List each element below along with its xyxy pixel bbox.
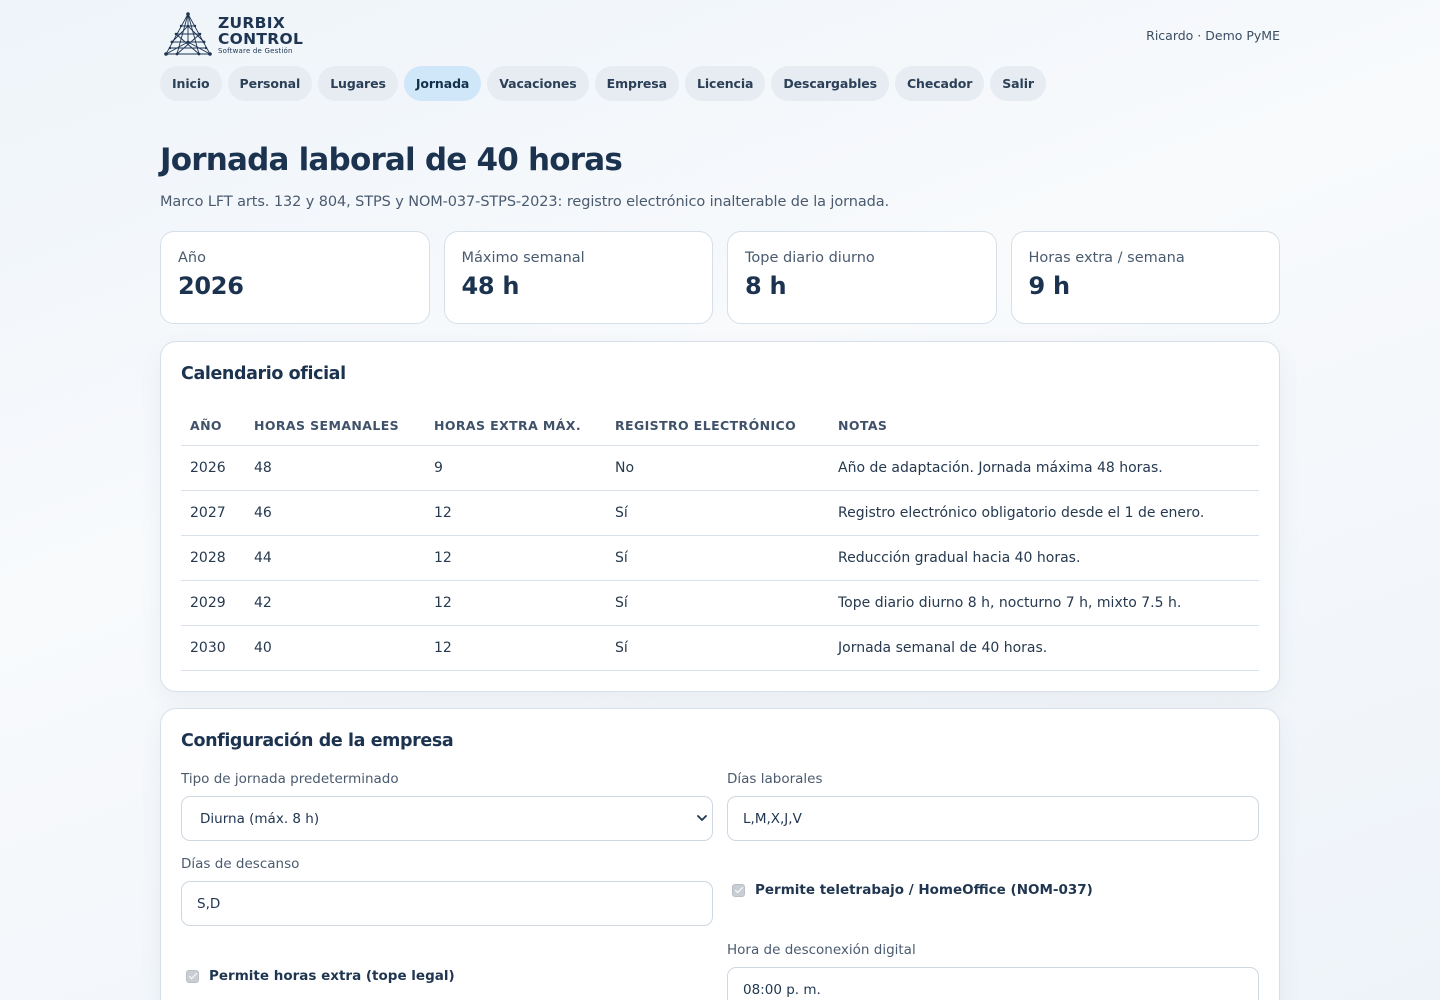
company-config-card: Configuración de la empresa Tipo de jorn… bbox=[160, 708, 1280, 1000]
desconexion-value: 08:00 p. m. bbox=[743, 981, 821, 998]
main-nav: Inicio Personal Lugares Jornada Vacacion… bbox=[160, 66, 1046, 101]
stat-value: 2026 bbox=[178, 272, 244, 300]
stat-card-year: Año 2026 bbox=[160, 231, 430, 324]
cell-weekly-hours: 40 bbox=[245, 625, 425, 672]
cell-year: 2027 bbox=[181, 490, 245, 536]
col-year: AÑO bbox=[181, 406, 245, 446]
cell-weekly-hours: 46 bbox=[245, 490, 425, 536]
dias-descanso-input[interactable]: S,D bbox=[181, 881, 713, 926]
cell-electronic-record: Sí bbox=[606, 625, 829, 672]
horas-extra-checkbox[interactable] bbox=[186, 969, 199, 983]
nav-checador[interactable]: Checador bbox=[894, 66, 985, 101]
cell-year: 2030 bbox=[181, 625, 245, 672]
brand-line-1: ZURBIX bbox=[218, 14, 286, 32]
nav-jornada[interactable]: Jornada bbox=[403, 66, 482, 101]
cell-year: 2029 bbox=[181, 580, 245, 627]
brand-logo[interactable]: ZURBIX CONTROL Software de Gestión bbox=[162, 12, 303, 56]
nav-personal[interactable]: Personal bbox=[227, 66, 313, 101]
nav-inicio[interactable]: Inicio bbox=[160, 66, 222, 101]
stat-label: Tope diario diurno bbox=[745, 250, 875, 266]
network-logo-icon bbox=[164, 12, 212, 56]
dias-descanso-label: Días de descanso bbox=[181, 856, 300, 872]
cell-weekly-hours: 44 bbox=[245, 535, 425, 582]
table-row: 2026 48 9 No Año de adaptación. Jornada … bbox=[181, 445, 1259, 491]
stat-card-overtime: Horas extra / semana 9 h bbox=[1010, 231, 1280, 324]
table-row: 2028 44 12 Sí Reducción gradual hacia 40… bbox=[181, 535, 1259, 582]
nav-lugares[interactable]: Lugares bbox=[318, 66, 398, 101]
table-row: 2027 46 12 Sí Registro electrónico oblig… bbox=[181, 490, 1259, 536]
calendar-card: Calendario oficial AÑO HORAS SEMANALES H… bbox=[160, 341, 1280, 692]
cell-notes: Reducción gradual hacia 40 horas. bbox=[829, 535, 1259, 582]
stats-row: Año 2026 Máximo semanal 48 h Tope diario… bbox=[160, 231, 1280, 324]
stat-label: Máximo semanal bbox=[461, 250, 585, 266]
cell-electronic-record: Sí bbox=[606, 490, 829, 536]
dias-laborales-label: Días laborales bbox=[727, 771, 823, 787]
cell-year: 2028 bbox=[181, 535, 245, 582]
horas-extra-label: Permite horas extra (tope legal) bbox=[209, 968, 455, 984]
stat-value: 8 h bbox=[745, 272, 787, 300]
teletrabajo-label: Permite teletrabajo / HomeOffice (NOM-03… bbox=[755, 882, 1093, 898]
col-notes: NOTAS bbox=[829, 406, 1259, 446]
nav-salir[interactable]: Salir bbox=[990, 66, 1046, 101]
desconexion-label: Hora de desconexión digital bbox=[727, 942, 916, 958]
stat-card-daily-cap: Tope diario diurno 8 h bbox=[727, 231, 997, 324]
col-overtime: HORAS EXTRA MÁX. bbox=[425, 406, 606, 446]
header: ZURBIX CONTROL Software de Gestión Ricar… bbox=[160, 0, 1280, 62]
cell-notes: Registro electrónico obligatorio desde e… bbox=[829, 490, 1259, 536]
tipo-jornada-label: Tipo de jornada predeterminado bbox=[181, 771, 399, 787]
user-info: Ricardo · Demo PyME bbox=[1146, 28, 1280, 43]
col-electronic-record: REGISTRO ELECTRÓNICO bbox=[606, 406, 829, 446]
cell-weekly-hours: 48 bbox=[245, 445, 425, 491]
stat-value: 48 h bbox=[461, 272, 520, 300]
tipo-jornada-value: Diurna (máx. 8 h) bbox=[200, 810, 320, 827]
teletrabajo-checkbox[interactable] bbox=[732, 883, 745, 897]
col-weekly-hours: HORAS SEMANALES bbox=[245, 406, 425, 446]
cell-overtime: 9 bbox=[425, 445, 606, 491]
table-row: 2030 40 12 Sí Jornada semanal de 40 hora… bbox=[181, 625, 1259, 672]
cell-overtime: 12 bbox=[425, 490, 606, 536]
table-row: 2029 42 12 Sí Tope diario diurno 8 h, no… bbox=[181, 580, 1259, 627]
cell-electronic-record: Sí bbox=[606, 580, 829, 627]
dias-laborales-value: L,M,X,J,V bbox=[743, 810, 802, 827]
cell-notes: Año de adaptación. Jornada máxima 48 hor… bbox=[829, 445, 1259, 491]
cell-overtime: 12 bbox=[425, 625, 606, 672]
nav-descargables[interactable]: Descargables bbox=[771, 66, 889, 101]
cell-overtime: 12 bbox=[425, 580, 606, 627]
table-header-row: AÑO HORAS SEMANALES HORAS EXTRA MÁX. REG… bbox=[181, 406, 1259, 446]
cell-notes: Tope diario diurno 8 h, nocturno 7 h, mi… bbox=[829, 580, 1259, 627]
nav-vacaciones[interactable]: Vacaciones bbox=[487, 66, 589, 101]
nav-empresa[interactable]: Empresa bbox=[594, 66, 679, 101]
calendar-table: AÑO HORAS SEMANALES HORAS EXTRA MÁX. REG… bbox=[181, 406, 1259, 672]
cell-electronic-record: No bbox=[606, 445, 829, 491]
stat-label: Año bbox=[178, 250, 206, 266]
cell-year: 2026 bbox=[181, 445, 245, 491]
stat-label: Horas extra / semana bbox=[1028, 250, 1185, 266]
stat-card-max-weekly: Máximo semanal 48 h bbox=[443, 231, 713, 324]
teletrabajo-checkbox-row[interactable]: Permite teletrabajo / HomeOffice (NOM-03… bbox=[732, 882, 1093, 898]
dias-descanso-value: S,D bbox=[197, 895, 221, 912]
nav-licencia[interactable]: Licencia bbox=[684, 66, 766, 101]
cell-electronic-record: Sí bbox=[606, 535, 829, 582]
page-title: Jornada laboral de 40 horas bbox=[160, 142, 623, 178]
config-title: Configuración de la empresa bbox=[181, 731, 454, 751]
cell-notes: Jornada semanal de 40 horas. bbox=[829, 625, 1259, 672]
chevron-down-icon bbox=[697, 815, 707, 821]
tipo-jornada-select[interactable]: Diurna (máx. 8 h) bbox=[181, 796, 713, 841]
stat-value: 9 h bbox=[1028, 272, 1071, 300]
brand-tagline: Software de Gestión bbox=[218, 47, 293, 55]
desconexion-time-input[interactable]: 08:00 p. m. bbox=[727, 967, 1259, 1000]
calendar-title: Calendario oficial bbox=[181, 364, 346, 384]
dias-laborales-input[interactable]: L,M,X,J,V bbox=[727, 796, 1259, 841]
page-subtitle: Marco LFT arts. 132 y 804, STPS y NOM-03… bbox=[160, 194, 890, 210]
brand-line-2: CONTROL bbox=[218, 30, 304, 48]
horas-extra-checkbox-row[interactable]: Permite horas extra (tope legal) bbox=[186, 968, 455, 984]
cell-overtime: 12 bbox=[425, 535, 606, 582]
cell-weekly-hours: 42 bbox=[245, 580, 425, 627]
